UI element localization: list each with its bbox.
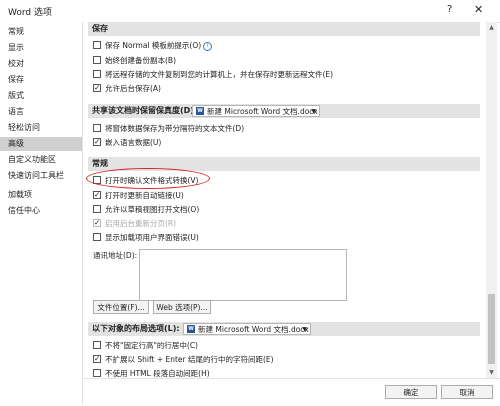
option-label: 不扩展以 Shift + Enter 结尾的行中的字符间距(E) <box>105 355 274 364</box>
sidebar-item-accessibility[interactable]: 轻松访问 <box>0 121 82 135</box>
option-update-links[interactable]: 打开时更新自动链接(U) <box>93 190 184 202</box>
option-background-repagination: 启用后台重新分页(R) <box>93 218 176 230</box>
checkbox[interactable] <box>93 233 101 241</box>
word-document-icon: W <box>196 107 204 115</box>
cancel-button[interactable]: 取消 <box>441 385 493 399</box>
mailing-address-label: 通讯地址(D): <box>93 251 138 260</box>
word-document-icon: W <box>187 325 195 333</box>
scroll-up-icon[interactable]: ▲ <box>486 22 497 33</box>
option-embed-linguistic-data[interactable]: 嵌入语言数据(U) <box>93 137 161 149</box>
sidebar-item-save[interactable]: 保存 <box>0 73 82 87</box>
sidebar: 常规 显示 校对 保存 版式 语言 轻松访问 高级 自定义功能区 快速访问工具栏… <box>0 22 83 405</box>
info-icon: i <box>203 41 213 51</box>
ok-button[interactable]: 确定 <box>385 385 437 399</box>
option-label: 允许以草稿视图打开文档(O) <box>105 205 200 214</box>
option-label: 将窗体数据保存为带分隔符的文本文件(D) <box>105 124 245 133</box>
checkbox[interactable] <box>93 138 101 146</box>
option-draft-view[interactable]: 允许以草稿视图打开文档(O) <box>93 204 199 216</box>
sidebar-item-add-ins[interactable]: 加载项 <box>0 188 82 202</box>
section-header-general: 常规 <box>88 157 480 171</box>
scroll-thumb[interactable] <box>488 294 495 364</box>
option-label: 打开时确认文件格式转换(V) <box>105 176 199 185</box>
checkbox[interactable] <box>93 84 101 92</box>
layout-document-select[interactable]: W 新建 Microsoft Word 文档.docx ▼ <box>183 323 311 335</box>
checkbox[interactable] <box>93 369 101 377</box>
window-title: Word 选项 <box>8 8 52 18</box>
web-options-button[interactable]: Web 选项(P)... <box>153 300 211 314</box>
checkbox[interactable] <box>93 56 101 64</box>
checkbox[interactable] <box>93 124 101 132</box>
checkbox[interactable] <box>93 176 101 184</box>
sidebar-item-proofing[interactable]: 校对 <box>0 57 82 71</box>
option-prompt-normal-template[interactable]: 保存 Normal 模板前提示(O) i <box>93 40 213 52</box>
fidelity-document-select[interactable]: W 新建 Microsoft Word 文档.docx ▼ <box>192 105 320 117</box>
checkbox[interactable] <box>93 205 101 213</box>
title-bar: Word 选项 ? ✕ <box>0 0 500 23</box>
option-label: 不使用 HTML 段落自动间距(H) <box>105 369 210 378</box>
option-no-expand-shift-enter[interactable]: 不扩展以 Shift + Enter 结尾的行中的字符间距(E) <box>93 354 274 366</box>
sidebar-item-display[interactable]: 显示 <box>0 41 82 55</box>
option-label: 打开时更新自动链接(U) <box>105 191 184 200</box>
sidebar-item-trust-center[interactable]: 信任中心 <box>0 204 82 218</box>
option-label: 显示加载项用户界面错误(U) <box>105 233 199 242</box>
option-no-center-exact-rows[interactable]: 不将"固定行高"的行居中(C) <box>93 340 198 352</box>
sidebar-item-customize-ribbon[interactable]: 自定义功能区 <box>0 153 82 167</box>
fidelity-document-name: 新建 Microsoft Word 文档.docx <box>207 107 318 116</box>
option-label: 嵌入语言数据(U) <box>105 138 162 147</box>
sidebar-item-language[interactable]: 语言 <box>0 105 82 119</box>
sidebar-item-quick-access-toolbar[interactable]: 快速访问工具栏 <box>0 169 82 183</box>
checkbox[interactable] <box>93 41 101 49</box>
mailing-address-input[interactable] <box>139 249 347 301</box>
chevron-down-icon: ▼ <box>311 108 316 115</box>
option-save-form-data[interactable]: 将窗体数据保存为带分隔符的文本文件(D) <box>93 123 244 135</box>
sidebar-item-advanced[interactable]: 高级 <box>0 137 82 151</box>
option-no-html-auto-spacing[interactable]: 不使用 HTML 段落自动间距(H) <box>93 368 210 378</box>
chevron-down-icon: ▼ <box>302 326 307 333</box>
option-copy-remote-files[interactable]: 将远程存储的文件复制到您的计算机上，并在保存时更新远程文件(E) <box>93 69 333 81</box>
sidebar-item-general[interactable]: 常规 <box>0 25 82 39</box>
dialog-footer: 确定 取消 <box>83 378 500 406</box>
option-label: 将远程存储的文件复制到您的计算机上，并在保存时更新远程文件(E) <box>105 70 334 79</box>
checkbox[interactable] <box>93 70 101 78</box>
sidebar-item-layout[interactable]: 版式 <box>0 89 82 103</box>
option-label: 允许后台保存(A) <box>105 84 161 93</box>
help-button[interactable]: ? <box>447 4 452 15</box>
option-label: 始终创建备份副本(B) <box>105 56 176 65</box>
layout-document-name: 新建 Microsoft Word 文档.docx <box>198 325 309 334</box>
option-label: 启用后台重新分页(R) <box>105 219 177 228</box>
option-always-backup[interactable]: 始终创建备份副本(B) <box>93 55 176 67</box>
vertical-scrollbar[interactable]: ▲ ▼ <box>486 22 497 378</box>
section-header-save: 保存 <box>88 22 480 36</box>
options-panel: 保存 保存 Normal 模板前提示(O) i 始终创建备份副本(B) 将远程存储… <box>83 22 485 378</box>
option-addin-ui-errors[interactable]: 显示加载项用户界面错误(U) <box>93 232 199 244</box>
option-label: 保存 Normal 模板前提示(O) <box>105 41 202 50</box>
checkbox[interactable] <box>93 191 101 199</box>
checkbox[interactable] <box>93 355 101 363</box>
close-button[interactable]: ✕ <box>474 3 483 16</box>
option-confirm-format-conversion[interactable]: 打开时确认文件格式转换(V) <box>93 175 198 187</box>
option-background-save[interactable]: 允许后台保存(A) <box>93 83 161 95</box>
option-label: 不将"固定行高"的行居中(C) <box>105 341 198 350</box>
scroll-down-icon[interactable]: ▼ <box>486 367 497 378</box>
file-locations-button[interactable]: 文件位置(F)... <box>93 300 149 314</box>
checkbox <box>93 219 101 227</box>
checkbox[interactable] <box>93 341 101 349</box>
